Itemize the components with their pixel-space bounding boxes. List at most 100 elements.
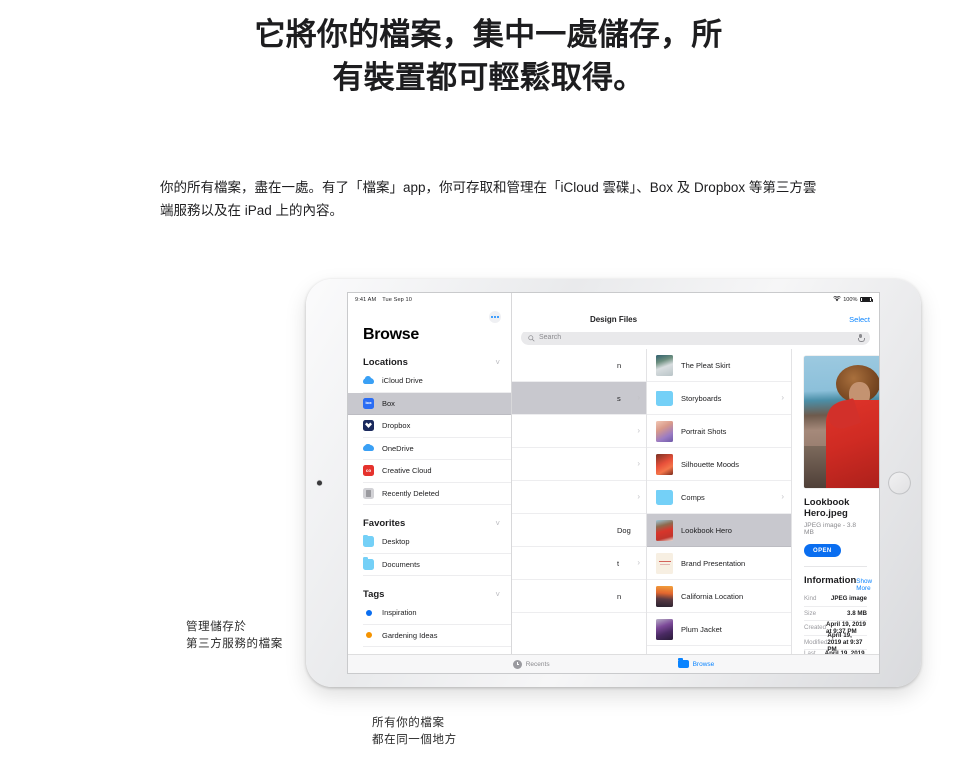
file-preview-image[interactable]	[804, 356, 879, 488]
annotation-bottom-line-1: 所有你的檔案	[372, 715, 445, 729]
sidebar-item-onedrive[interactable]: OneDrive	[363, 438, 511, 460]
creative-cloud-icon	[363, 465, 374, 477]
file-thumbnail-icon	[656, 354, 673, 376]
file-name-label: Portrait Shots	[681, 426, 727, 436]
chevron-down-icon[interactable]: ˅	[495, 358, 500, 367]
sidebar-item-box[interactable]: box Box	[348, 392, 511, 415]
file-list-item[interactable]: Storyboards ›	[647, 382, 791, 415]
background-row[interactable]: ›	[512, 448, 646, 481]
information-row: Kind JPEG image	[804, 592, 867, 607]
file-thumbnail-icon	[656, 390, 673, 406]
box-icon: box	[363, 397, 374, 409]
status-date: Tue Sep 10	[382, 296, 412, 303]
background-row[interactable]: Dog	[512, 514, 646, 547]
chevron-down-icon[interactable]: ˅	[495, 590, 500, 599]
folder-icon	[363, 534, 374, 548]
sidebar-title: Browse	[363, 326, 419, 343]
page-title: Design Files	[589, 314, 638, 324]
sidebar-item-label: Documents	[382, 559, 420, 569]
file-thumbnail-icon	[656, 618, 673, 640]
background-row-label: n	[617, 360, 622, 370]
file-name-label: Brand Presentation	[681, 558, 746, 568]
background-file-column: n s › › › › Dog t › n	[512, 349, 647, 654]
background-row[interactable]: ›	[512, 415, 646, 448]
information-key: Created	[804, 624, 827, 632]
icloud-drive-icon	[363, 375, 374, 386]
file-name-label: Lookbook Hero	[681, 525, 732, 535]
information-value: 3.8 MB	[847, 609, 867, 617]
background-row[interactable]: n	[512, 580, 646, 613]
ipad-device: 9:41 AM Tue Sep 10 100% Design Files Sel…	[306, 279, 921, 687]
background-row[interactable]: t ›	[512, 547, 646, 580]
select-button[interactable]: Select	[849, 315, 870, 324]
battery-percent: 100%	[843, 296, 858, 303]
sidebar-item-desktop[interactable]: Desktop	[363, 531, 511, 554]
file-name-label: Silhouette Moods	[681, 459, 739, 469]
dropbox-icon	[363, 420, 374, 432]
background-row[interactable]: n	[512, 349, 646, 382]
file-list-item[interactable]: California Location	[647, 580, 791, 613]
tab-recents[interactable]: Recents	[512, 659, 550, 669]
sidebar-item-icloud-drive[interactable]: iCloud Drive	[363, 370, 511, 393]
file-list-item[interactable]: Silhouette Moods	[647, 448, 791, 481]
information-row: Size 3.8 MB	[804, 607, 867, 622]
information-header: Information Show More	[804, 575, 872, 592]
sidebar-item-gardening-ideas[interactable]: Gardening Ideas	[363, 625, 511, 647]
background-row-label: s	[617, 393, 621, 403]
chevron-down-icon[interactable]: ˅	[495, 519, 500, 528]
status-time: 9:41 AM	[355, 296, 377, 303]
chevron-right-icon: ›	[637, 459, 640, 468]
detail-action-row: OPEN	[804, 544, 867, 558]
tab-browse[interactable]: Browse	[677, 658, 714, 668]
folder-icon	[677, 658, 689, 668]
tab-bar: Recents Browse	[348, 654, 879, 673]
sidebar-section-header[interactable]: Locations ˅	[363, 357, 500, 368]
chevron-right-icon: ›	[637, 393, 640, 402]
sidebar-item-creative-cloud[interactable]: Creative Cloud	[363, 460, 511, 483]
search-input[interactable]: Search	[521, 330, 870, 345]
tab-label: Recents	[525, 660, 550, 668]
file-list-item[interactable]: Plum Jacket	[647, 613, 791, 646]
chevron-right-icon: ›	[637, 492, 640, 501]
sidebar-item-label: Box	[382, 398, 395, 408]
home-button[interactable]	[888, 471, 911, 495]
clock-icon	[512, 659, 522, 669]
annotation-left: 管理儲存於 第三方服務的檔案	[186, 618, 283, 653]
search-placeholder: Search	[539, 334, 562, 341]
status-bar: 9:41 AM Tue Sep 10 100%	[348, 293, 879, 306]
sidebar-sections: Locations ˅ iCloud Drive box Box Dropbox OneDr…	[348, 357, 511, 647]
background-row[interactable]: s ›	[512, 382, 646, 415]
file-list-item[interactable]: Lookbook Hero	[647, 514, 791, 547]
file-list-item[interactable]: Brand Presentation	[647, 547, 791, 580]
open-button[interactable]: OPEN	[804, 544, 841, 558]
sidebar-item-recently-deleted[interactable]: Recently Deleted	[363, 483, 511, 505]
microphone-icon[interactable]	[858, 333, 865, 342]
sidebar-item-label: OneDrive	[382, 443, 414, 453]
detail-divider	[804, 566, 867, 568]
sidebar-item-inspiration[interactable]: Inspiration	[363, 602, 511, 625]
background-row[interactable]: ›	[512, 481, 646, 514]
show-more-button[interactable]: Show More	[856, 578, 872, 592]
annotation-bottom-line-2: 都在同一個地方	[372, 732, 457, 747]
file-list-item[interactable]: Comps ›	[647, 481, 791, 514]
information-key: Modified	[804, 638, 828, 646]
sidebar-item-documents[interactable]: Documents	[363, 554, 511, 576]
file-name-label: California Location	[681, 591, 744, 601]
file-list-item[interactable]: The Pleat Skirt	[647, 349, 791, 382]
background-row-label: t	[617, 558, 620, 568]
folder-icon	[363, 557, 374, 570]
file-list-item[interactable]: Portrait Shots	[647, 415, 791, 448]
page-headline: 它將你的檔案，集中一處儲存，所 有裝置都可輕鬆取得。	[0, 14, 977, 100]
file-thumbnail-icon	[656, 453, 673, 475]
ipad-screen: 9:41 AM Tue Sep 10 100% Design Files Sel…	[347, 292, 880, 674]
detail-panel: Lookbook Hero.jpeg JPEG image - 3.8 MB O…	[792, 349, 879, 665]
sidebar-section-header[interactable]: Tags ˅	[363, 589, 500, 600]
sidebar-item-dropbox[interactable]: Dropbox	[363, 415, 511, 438]
annotation-bottom: 所有你的檔案 都在同一個地方	[372, 714, 457, 749]
ellipsis-icon[interactable]	[489, 311, 501, 323]
sidebar: Browse Locations ˅ iCloud Drive box Box Dropb…	[348, 293, 512, 654]
information-row: Modified April 19, 2019 at 9:37 PM	[804, 632, 867, 653]
sidebar-section-header[interactable]: Favorites ˅	[363, 518, 500, 529]
sidebar-section-label: Favorites	[363, 518, 406, 529]
search-row: Search	[512, 330, 879, 349]
